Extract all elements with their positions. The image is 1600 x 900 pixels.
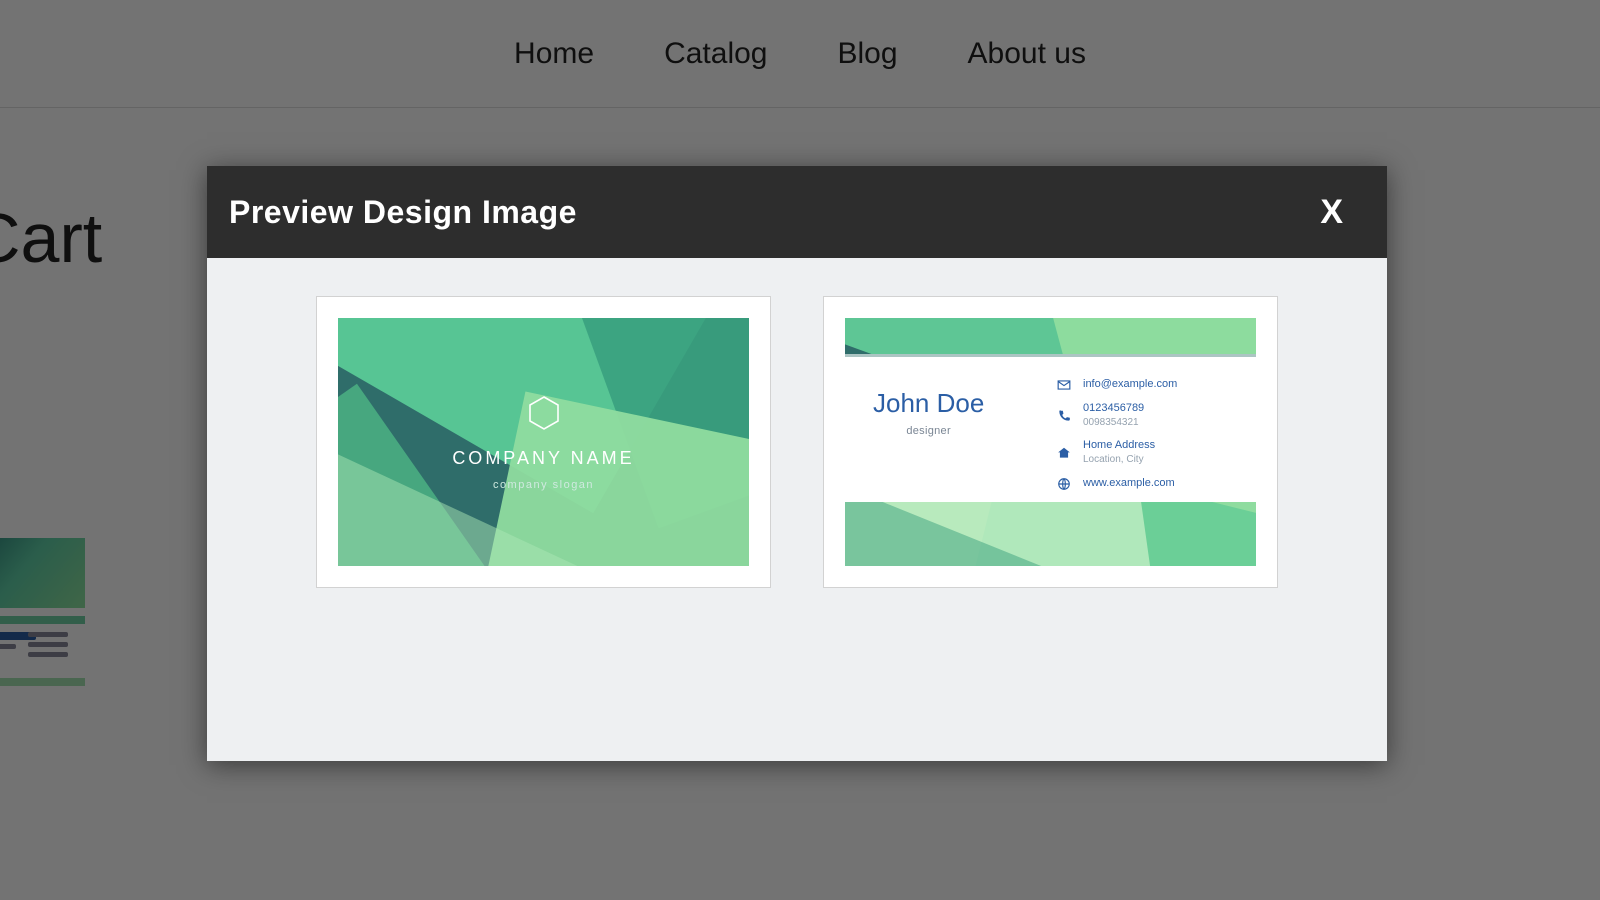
- close-button[interactable]: X: [1320, 195, 1343, 229]
- card-back: John Doe designer info@example.com 01234…: [845, 318, 1256, 566]
- globe-icon: [1057, 477, 1071, 491]
- contact-address-sub: Location, City: [1083, 454, 1155, 467]
- modal-title: Preview Design Image: [229, 194, 577, 231]
- contact-list: info@example.com 0123456789 0098354321 Ho…: [1057, 378, 1177, 491]
- preview-modal: Preview Design Image X COMPANY NAME comp…: [207, 166, 1387, 761]
- person-role: designer: [873, 425, 984, 437]
- company-slogan: company slogan: [493, 479, 594, 491]
- company-name: COMPANY NAME: [452, 448, 634, 469]
- contact-email: info@example.com: [1057, 378, 1177, 392]
- modal-body: COMPANY NAME company slogan John Doe des…: [207, 258, 1387, 626]
- card-back-frame: John Doe designer info@example.com 01234…: [823, 296, 1278, 588]
- person-block: John Doe designer: [873, 388, 984, 437]
- contact-phone-sub: 0098354321: [1083, 417, 1144, 430]
- card-front: COMPANY NAME company slogan: [338, 318, 749, 566]
- contact-phone-text: 0123456789: [1083, 402, 1144, 414]
- phone-icon: [1057, 409, 1071, 423]
- hexagon-logo-icon: [529, 396, 559, 430]
- contact-phone: 0123456789 0098354321: [1057, 402, 1177, 429]
- modal-header: Preview Design Image X: [207, 166, 1387, 258]
- contact-address-text: Home Address: [1083, 439, 1155, 451]
- person-name: John Doe: [873, 388, 984, 419]
- home-icon: [1057, 446, 1071, 460]
- card-front-frame: COMPANY NAME company slogan: [316, 296, 771, 588]
- contact-web-text: www.example.com: [1083, 477, 1175, 489]
- envelope-icon: [1057, 378, 1071, 392]
- contact-email-text: info@example.com: [1083, 378, 1177, 390]
- contact-address: Home Address Location, City: [1057, 439, 1177, 466]
- contact-web: www.example.com: [1057, 477, 1177, 491]
